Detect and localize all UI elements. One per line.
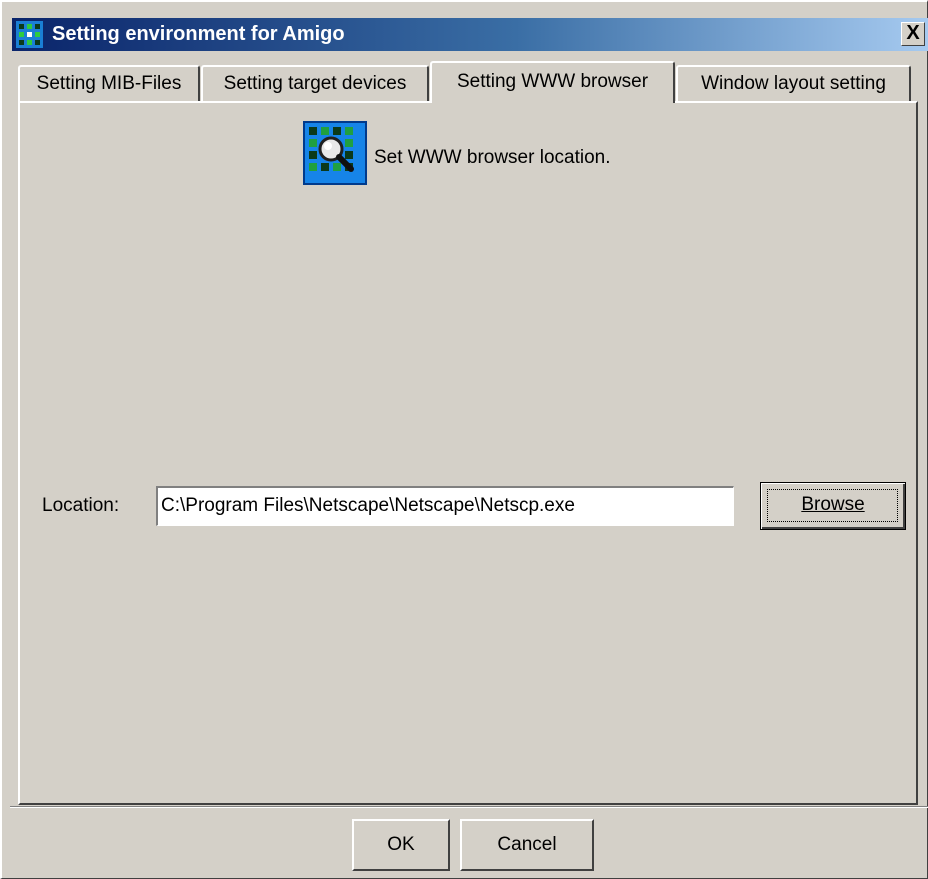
cancel-button[interactable]: Cancel: [460, 819, 594, 871]
tab-setting-mib-files[interactable]: Setting MIB-Files: [18, 65, 200, 101]
location-input[interactable]: C:\Program Files\Netscape\Netscape\Netsc…: [156, 486, 734, 526]
tab-setting-target-devices[interactable]: Setting target devices: [201, 65, 429, 101]
focus-indicator: [767, 489, 898, 522]
settings-dialog: Setting environment for Amigo X Setting …: [0, 0, 928, 879]
close-button[interactable]: X: [901, 22, 925, 46]
footer-divider-highlight: [10, 807, 928, 808]
browser-settings-icon: [303, 121, 367, 185]
tab-strip: Setting MIB-Files Setting target devices…: [18, 61, 918, 103]
tab-window-layout-setting[interactable]: Window layout setting: [676, 65, 911, 101]
panel-heading: Set WWW browser location.: [374, 147, 611, 168]
location-label: Location:: [42, 495, 120, 516]
amigo-app-icon: [16, 21, 43, 48]
browse-button[interactable]: Browse: [760, 482, 906, 530]
tab-setting-www-browser[interactable]: Setting WWW browser: [430, 61, 675, 103]
window-title: Setting environment for Amigo: [52, 23, 345, 45]
ok-button[interactable]: OK: [352, 819, 450, 871]
www-browser-panel: Set WWW browser location. Location: C:\P…: [18, 101, 918, 805]
title-bar[interactable]: Setting environment for Amigo X: [12, 18, 928, 51]
